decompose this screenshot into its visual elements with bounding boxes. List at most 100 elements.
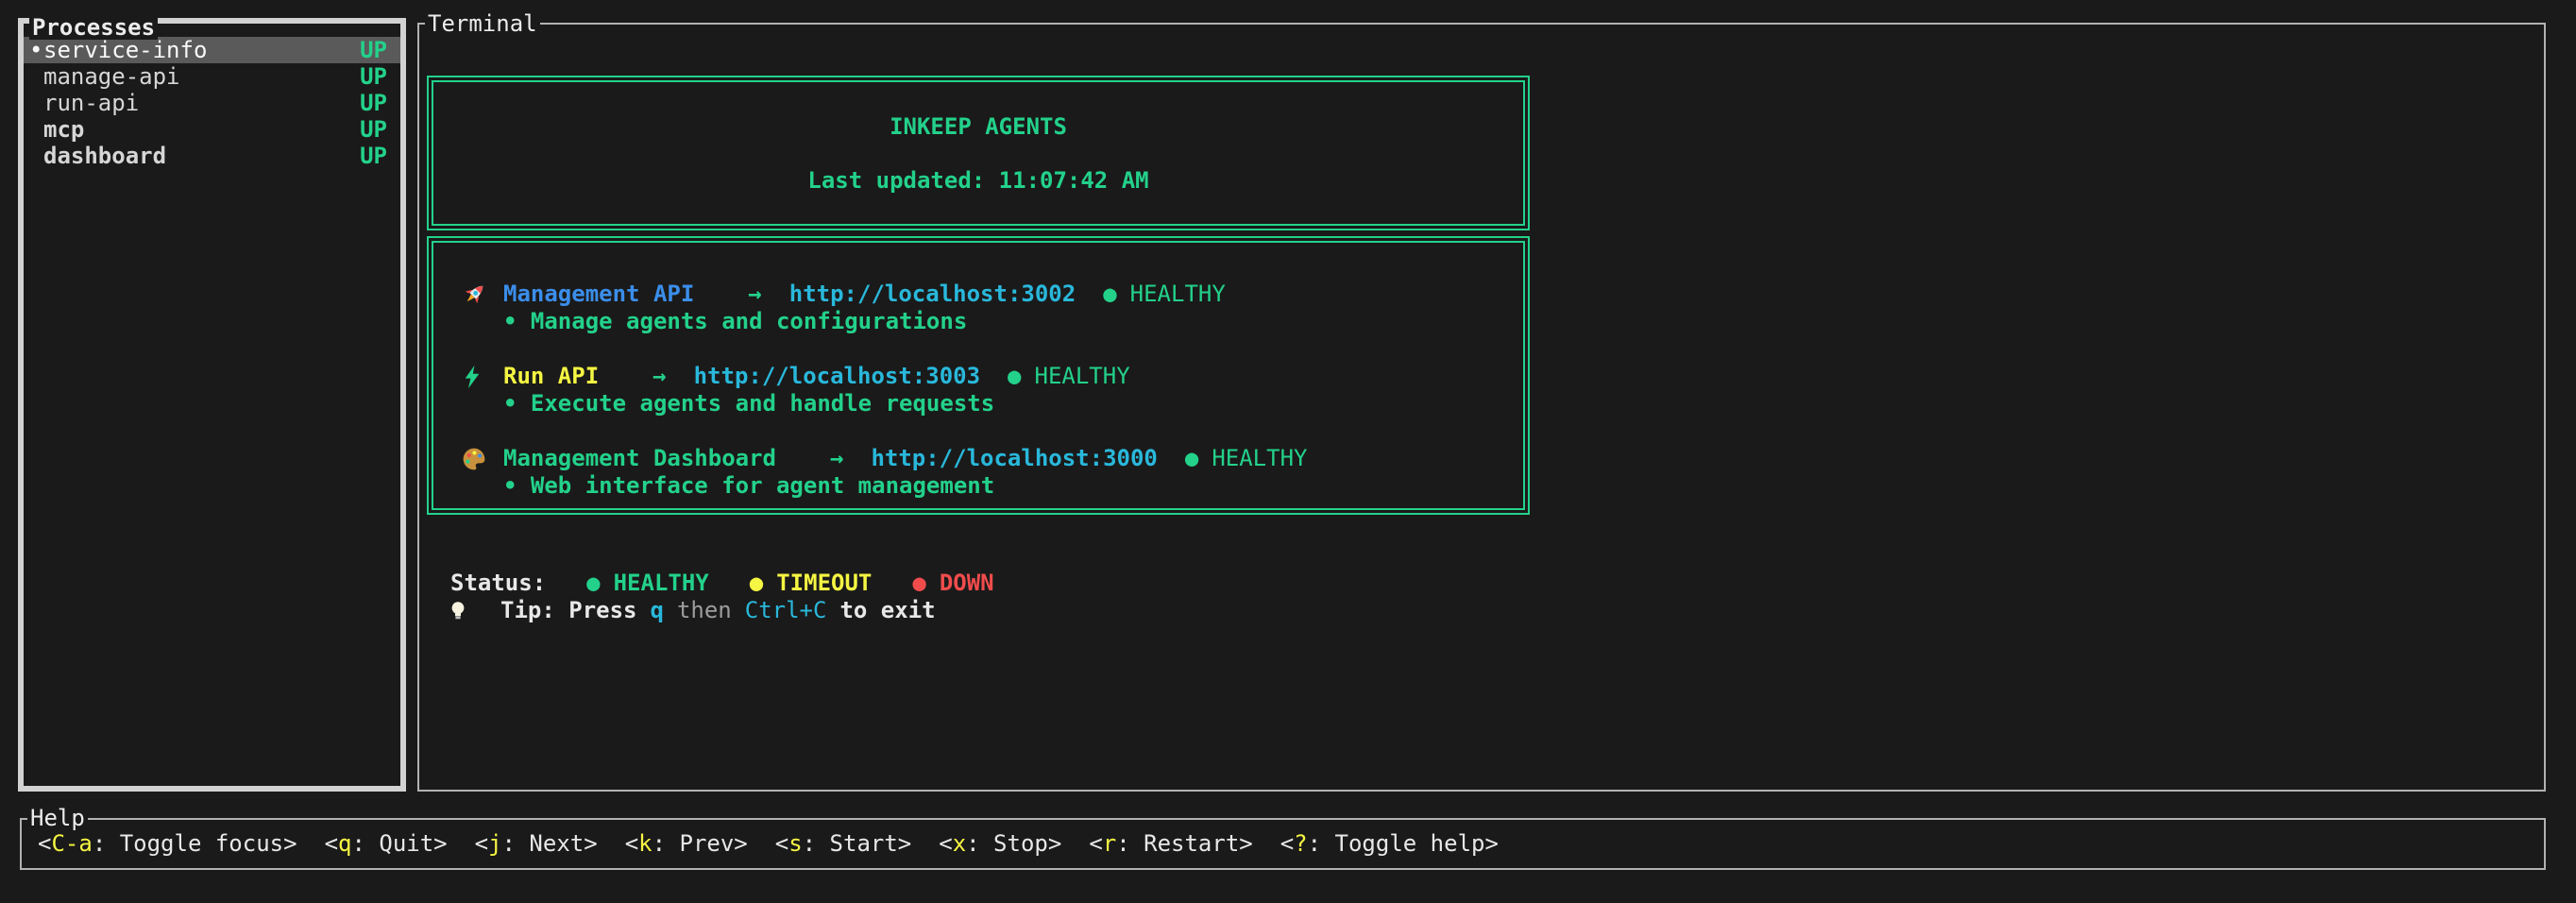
shortcut-key: ? <box>1294 830 1307 857</box>
legend-dot-icon: ● <box>912 570 925 597</box>
help-panel: Help <C-a: Toggle focus><q: Quit><j: Nex… <box>20 818 2546 870</box>
health-dot-icon: ● <box>1103 281 1116 308</box>
process-status-badge: UP <box>360 143 387 169</box>
tip-text-part: then <box>677 597 732 624</box>
bracket-open: < <box>939 830 952 857</box>
legend-label: DOWN <box>940 570 994 597</box>
shortcut-key: q <box>338 830 351 857</box>
legend-label: TIMEOUT <box>776 570 872 597</box>
service-description: • Execute agents and handle requests <box>433 390 1523 417</box>
processes-panel: Processes •service-infoUPmanage-apiUPrun… <box>18 18 406 792</box>
status-label: Status: <box>450 570 546 597</box>
shortcut-key: s <box>788 830 802 857</box>
shortcut-label: : Quit> <box>351 830 447 857</box>
help-shortcut-C-a: <C-a: Toggle focus> <box>38 829 297 858</box>
shortcut-key: C-a <box>51 830 92 857</box>
status-legend-item: ● TIMEOUT <box>750 570 873 597</box>
bracket-open: < <box>775 830 788 857</box>
zap-icon <box>460 364 503 390</box>
header-box: INKEEP AGENTS Last updated: 11:07:42 AM <box>427 76 1530 230</box>
shortcut-label: : Restart> <box>1116 830 1253 857</box>
service-name: Management API <box>503 281 694 308</box>
bracket-open: < <box>325 830 338 857</box>
shortcut-key: k <box>638 830 652 857</box>
tip-text-part: q <box>651 597 664 624</box>
service-description: • Web interface for agent management <box>433 472 1523 500</box>
help-shortcut-q: <q: Quit> <box>325 829 448 858</box>
terminal-panel: Terminal INKEEP AGENTS Last updated: 11:… <box>417 23 2546 792</box>
help-panel-title: Help <box>27 806 88 830</box>
process-name: dashboard <box>43 143 166 169</box>
arrow-right-icon: → <box>830 445 843 472</box>
service-block: Management Dashboard → http://localhost:30… <box>433 445 1523 500</box>
status-line: Status: ● HEALTHY ● TIMEOUT ● DOWN <box>419 570 2544 597</box>
help-shortcut-r: <r: Restart> <box>1089 829 1252 858</box>
service-name: Run API <box>503 363 599 390</box>
tip-text-part: to exit <box>839 597 935 624</box>
service-url[interactable]: http://localhost:3003 <box>694 363 980 390</box>
legend-dot-icon: ● <box>586 570 600 597</box>
help-shortcuts-row: <C-a: Toggle focus><q: Quit><j: Next><k:… <box>22 820 2544 858</box>
help-shortcut-?: <?: Toggle help> <box>1280 829 1499 858</box>
process-row-run-api[interactable]: run-api UP <box>24 90 400 116</box>
shortcut-label: : Start> <box>803 830 912 857</box>
process-name: manage-api <box>43 63 180 90</box>
bracket-open: < <box>1089 830 1102 857</box>
process-status-badge: UP <box>360 63 387 90</box>
shortcut-key: x <box>953 830 966 857</box>
tip-text-part: Ctrl+C <box>745 597 827 624</box>
help-shortcut-x: <x: Stop> <box>939 829 1061 858</box>
process-row-service-info[interactable]: •service-info UP <box>24 37 400 63</box>
help-shortcut-j: <j: Next> <box>475 829 598 858</box>
process-status-badge: UP <box>360 116 387 143</box>
header-title: INKEEP AGENTS <box>890 113 1067 140</box>
process-row-dashboard[interactable]: dashboard UP <box>24 143 400 169</box>
tip-text-part: Tip: Press <box>500 597 637 624</box>
tip-line: Tip: Press qthen Ctrl+C to exit <box>419 597 2544 624</box>
health-dot-icon: ● <box>1185 445 1198 472</box>
help-shortcut-s: <s: Start> <box>775 829 912 858</box>
arrow-right-icon: → <box>748 281 761 308</box>
health-dot-icon: ● <box>1008 363 1021 390</box>
legend-dot-icon: ● <box>750 570 763 597</box>
process-row-manage-api[interactable]: manage-api UP <box>24 63 400 90</box>
help-shortcut-k: <k: Prev> <box>625 829 748 858</box>
status-legend-item: ● HEALTHY <box>586 570 709 597</box>
process-name: run-api <box>43 90 139 116</box>
shortcut-label: : Prev> <box>652 830 748 857</box>
service-url[interactable]: http://localhost:3002 <box>789 281 1076 308</box>
palette-icon <box>460 446 503 472</box>
process-list: •service-info UP manage-api UP run-api UP mcp U… <box>24 24 400 169</box>
shortcut-label: : Next> <box>502 830 598 857</box>
processes-panel-title: Processes <box>29 15 158 40</box>
shortcut-label: : Toggle help> <box>1308 830 1499 857</box>
status-legend-item: ● DOWN <box>912 570 993 597</box>
service-health-status: HEALTHY <box>1035 363 1130 390</box>
shortcut-label: : Stop> <box>966 830 1061 857</box>
service-block: Management API → http://localhost:3002 ● HEA… <box>433 281 1523 335</box>
legend-label: HEALTHY <box>614 570 709 597</box>
service-description: • Manage agents and configurations <box>433 308 1523 335</box>
service-url[interactable]: http://localhost:3000 <box>871 445 1157 472</box>
app-root: { "colors": { "background": "#1a1a1a", "… <box>0 0 2576 903</box>
terminal-panel-title: Terminal <box>425 11 540 36</box>
bracket-open: < <box>38 830 51 857</box>
bulb-icon <box>447 598 487 624</box>
service-block: Run API → http://localhost:3003 ● HEALTHY• E… <box>433 363 1523 417</box>
process-name: service-info <box>43 37 207 63</box>
bracket-open: < <box>475 830 488 857</box>
process-status-badge: UP <box>360 37 387 63</box>
process-row-mcp[interactable]: mcp UP <box>24 116 400 143</box>
shortcut-key: r <box>1103 830 1116 857</box>
shortcut-label: : Toggle focus> <box>93 830 297 857</box>
service-name: Management Dashboard <box>503 445 776 472</box>
bracket-open: < <box>625 830 638 857</box>
service-health-status: HEALTHY <box>1130 281 1226 308</box>
rocket-icon <box>460 281 503 309</box>
service-health-status: HEALTHY <box>1212 445 1307 472</box>
process-status-badge: UP <box>360 90 387 116</box>
services-box: Management API → http://localhost:3002 ● HEA… <box>427 236 1530 515</box>
selection-bullet: • <box>29 37 43 63</box>
process-name: mcp <box>43 116 84 143</box>
arrow-right-icon: → <box>652 363 666 390</box>
